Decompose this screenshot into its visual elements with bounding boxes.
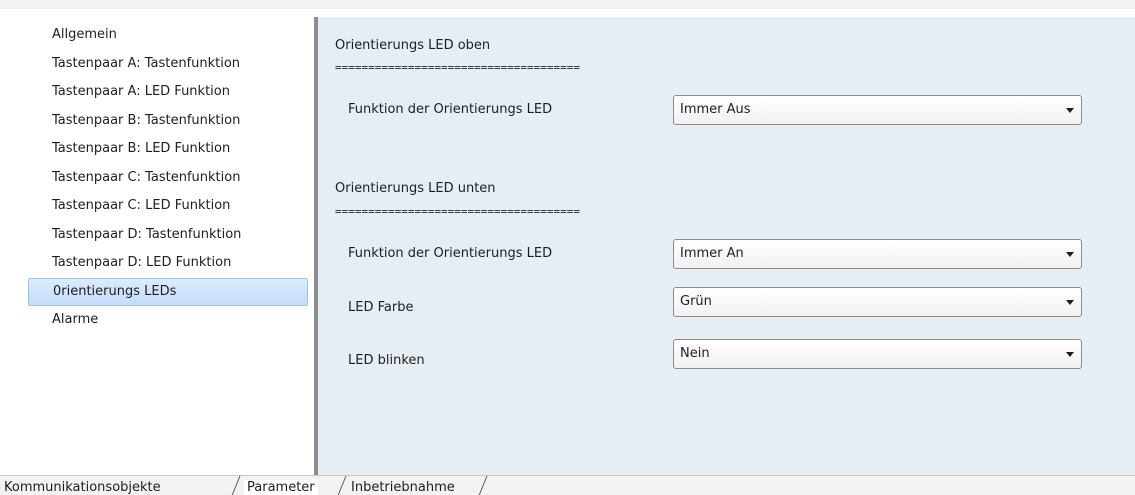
chevron-down-icon bbox=[1066, 252, 1074, 257]
dropdown-value: Grün bbox=[680, 294, 712, 309]
param-label-led-farbe: LED Farbe bbox=[348, 300, 414, 315]
dropdown-value: Immer Aus bbox=[680, 102, 751, 117]
tab-separator bbox=[230, 476, 241, 495]
parameter-panel: Orientierungs LED oben =================… bbox=[318, 17, 1135, 475]
sidebar-item-tastenpaar-c-led-funktion[interactable]: Tastenpaar C: LED Funktion bbox=[28, 192, 308, 221]
tab-inbetriebnahme[interactable]: Inbetriebnahme bbox=[351, 480, 455, 495]
tab-separator bbox=[477, 476, 488, 495]
funktion-oben-dropdown[interactable]: Immer Aus bbox=[673, 95, 1082, 125]
bottom-tabbar: Kommunikationsobjekte Parameter Inbetrie… bbox=[0, 475, 1135, 495]
dropdown-value: Immer An bbox=[680, 246, 744, 261]
chevron-down-icon bbox=[1066, 352, 1074, 357]
sidebar-item-tastenpaar-d-led-funktion[interactable]: Tastenpaar D: LED Funktion bbox=[28, 249, 308, 278]
top-strip bbox=[0, 0, 1135, 9]
chevron-down-icon bbox=[1066, 300, 1074, 305]
led-farbe-dropdown[interactable]: Grün bbox=[673, 287, 1082, 317]
param-label-funktion-oben: Funktion der Orientierungs LED bbox=[348, 102, 553, 117]
tab-kommunikationsobjekte[interactable]: Kommunikationsobjekte bbox=[4, 480, 161, 495]
param-label-led-blinken: LED blinken bbox=[348, 353, 425, 368]
param-label-funktion-unten: Funktion der Orientierungs LED bbox=[348, 246, 553, 261]
sidebar-item-alarme[interactable]: Alarme bbox=[28, 306, 308, 335]
sidebar-item-tastenpaar-b-led-funktion[interactable]: Tastenpaar B: LED Funktion bbox=[28, 135, 308, 164]
led-blinken-dropdown[interactable]: Nein bbox=[673, 339, 1082, 369]
sidebar-item-tastenpaar-b-tastenfunktion[interactable]: Tastenpaar B: Tastenfunktion bbox=[28, 107, 308, 136]
section-heading-led-unten: Orientierungs LED unten bbox=[335, 181, 496, 196]
sidebar-item-tastenpaar-a-led-funktion[interactable]: Tastenpaar A: LED Funktion bbox=[28, 78, 308, 107]
sidebar-item-tastenpaar-c-tastenfunktion[interactable]: Tastenpaar C: Tastenfunktion bbox=[28, 164, 308, 193]
parameter-group-list: Allgemein Tastenpaar A: Tastenfunktion T… bbox=[28, 20, 314, 475]
sidebar-item-tastenpaar-d-tastenfunktion[interactable]: Tastenpaar D: Tastenfunktion bbox=[28, 221, 308, 250]
sidebar-item-tastenpaar-a-tastenfunktion[interactable]: Tastenpaar A: Tastenfunktion bbox=[28, 50, 308, 79]
section-separator-led-oben: ===================================== bbox=[335, 61, 581, 74]
section-separator-led-unten: ===================================== bbox=[335, 205, 581, 218]
dropdown-value: Nein bbox=[680, 346, 710, 361]
chevron-down-icon bbox=[1066, 108, 1074, 113]
section-heading-led-oben: Orientierungs LED oben bbox=[335, 38, 491, 53]
sidebar-item-orientierungs-leds[interactable]: 0rientierungs LEDs bbox=[28, 277, 308, 306]
sidebar-item-allgemein[interactable]: Allgemein bbox=[28, 21, 308, 50]
tab-parameter[interactable]: Parameter bbox=[244, 480, 318, 495]
funktion-unten-dropdown[interactable]: Immer An bbox=[673, 239, 1082, 269]
tab-separator bbox=[336, 476, 347, 495]
sidebar-list: Allgemein Tastenpaar A: Tastenfunktion T… bbox=[28, 20, 314, 335]
